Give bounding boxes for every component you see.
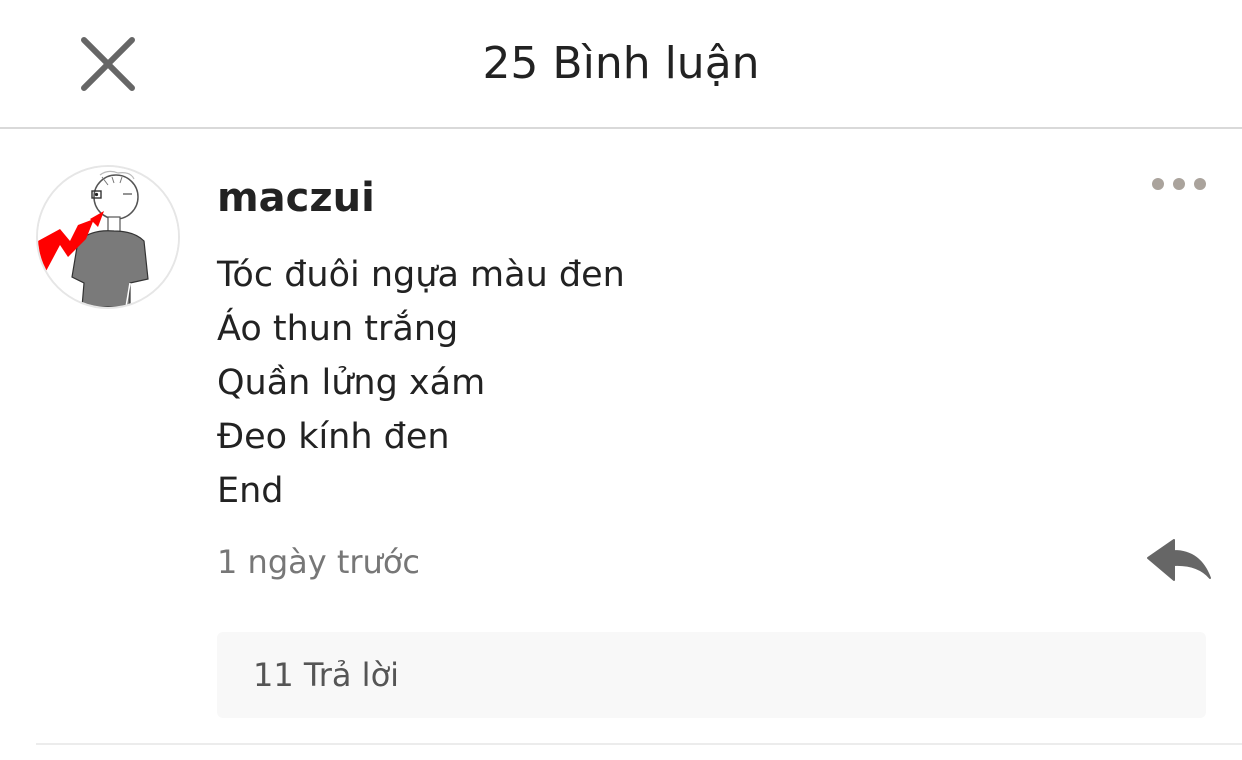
comment-line: Đeo kính đen <box>217 417 450 457</box>
more-horizontal-icon <box>1152 178 1206 190</box>
view-replies-button[interactable]: 11 Trả lời <box>217 632 1206 718</box>
user-avatar-image <box>38 167 178 307</box>
comment-line: End <box>217 471 284 511</box>
reply-arrow-icon <box>1147 539 1211 581</box>
avatar[interactable] <box>36 165 180 309</box>
comment-text: Tóc đuôi ngựa màu đen Áo thun trắng Quần… <box>217 248 1117 518</box>
page-title: 25 Bình luận <box>482 38 760 89</box>
reply-button[interactable] <box>1144 536 1214 588</box>
comment-line: Quần lửng xám <box>217 363 486 403</box>
comment-line: Tóc đuôi ngựa màu đen <box>217 255 625 295</box>
replies-count-label: 11 Trả lời <box>253 656 400 694</box>
comment-username[interactable]: maczui <box>217 172 375 224</box>
top-bar: 25 Bình luận <box>0 0 1242 129</box>
comment-line: Áo thun trắng <box>217 309 459 349</box>
comment-timestamp: 1 ngày trước <box>217 543 420 581</box>
more-options-button[interactable] <box>1146 170 1212 198</box>
divider <box>36 743 1242 745</box>
